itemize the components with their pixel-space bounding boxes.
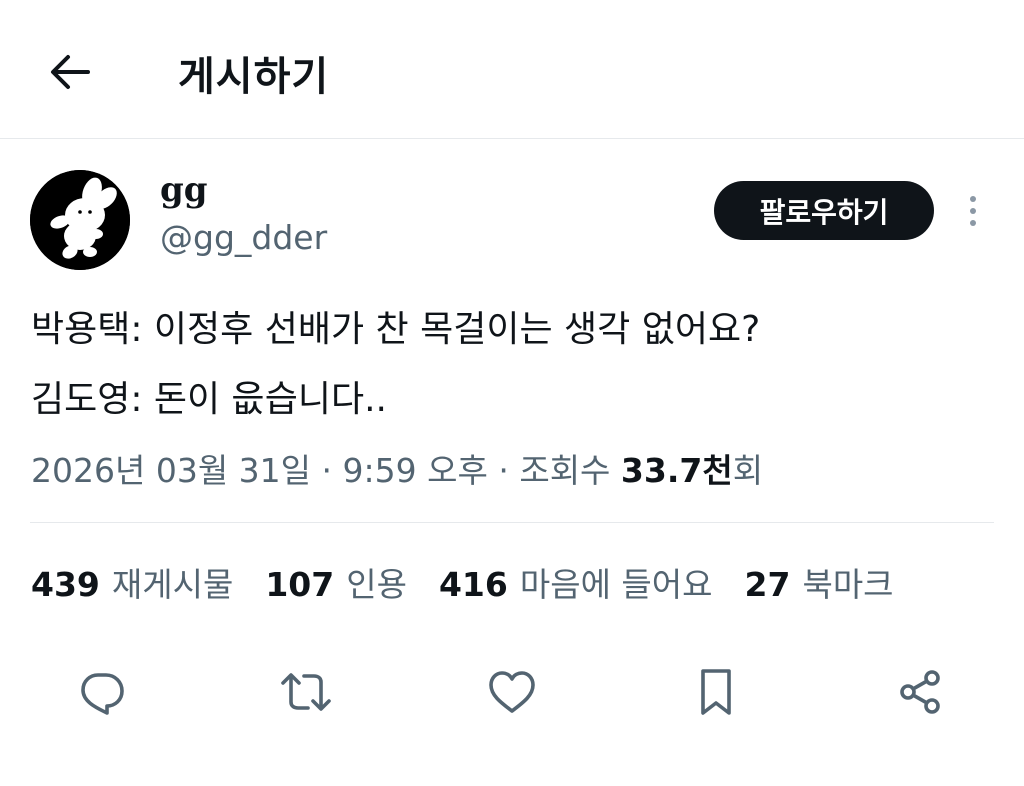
engagement-stats: 439 재게시물 107 인용 416 마음에 들어요 27 북마크 xyxy=(31,558,926,606)
tweet-meta: 2026년 03월 31일 · 9:59 오후 · 조회수 33.7천회 xyxy=(31,444,763,492)
post-date[interactable]: 2026년 03월 31일 xyxy=(31,451,311,490)
stat-quotes[interactable]: 107 인용 xyxy=(265,558,407,606)
top-bar: 게시하기 xyxy=(0,0,1024,139)
avatar[interactable] xyxy=(30,170,130,270)
repost-button[interactable] xyxy=(278,664,334,720)
stat-count: 27 xyxy=(744,565,791,604)
bookmark-icon xyxy=(701,669,731,715)
views-label: 조회수 xyxy=(519,451,621,490)
share-icon xyxy=(900,670,940,714)
more-dot xyxy=(970,196,976,202)
more-dot xyxy=(970,208,976,214)
stat-count: 416 xyxy=(438,565,508,604)
share-button[interactable] xyxy=(892,664,948,720)
stat-count: 439 xyxy=(31,565,100,604)
more-dot xyxy=(970,220,976,226)
back-button[interactable] xyxy=(42,46,98,98)
repost-icon xyxy=(281,673,331,711)
reply-icon xyxy=(81,673,124,715)
views-suffix: 회 xyxy=(732,451,764,490)
views-count: 33.7천 xyxy=(620,451,733,490)
stat-bookmarks[interactable]: 27 북마크 xyxy=(745,558,894,606)
stat-count: 107 xyxy=(265,565,335,604)
stat-label: 재게시물 xyxy=(111,565,234,604)
meta-separator: · xyxy=(311,451,343,490)
stat-label: 마음에 들어요 xyxy=(519,565,713,604)
follow-button[interactable]: 팔로우하기 xyxy=(714,181,934,240)
arrow-left-icon xyxy=(51,55,90,89)
reply-button[interactable] xyxy=(74,664,130,720)
more-options-button[interactable] xyxy=(956,186,990,236)
post-time[interactable]: 9:59 오후 xyxy=(343,451,488,490)
like-button[interactable] xyxy=(484,664,540,720)
page-title: 게시하기 xyxy=(178,54,330,100)
bunny-avatar-icon xyxy=(30,170,130,270)
stat-label: 인용 xyxy=(346,565,407,604)
divider xyxy=(30,522,994,523)
action-bar xyxy=(0,664,1024,724)
tweet-text-line: 김도영: 돈이 읎습니다.. xyxy=(31,379,387,420)
like-icon xyxy=(489,671,535,713)
meta-separator: · xyxy=(487,451,520,490)
bookmark-button[interactable] xyxy=(688,664,744,720)
stat-label: 북마크 xyxy=(802,565,894,604)
tweet-text-line: 박용택: 이정후 선배가 찬 목걸이는 생각 없어요? xyxy=(31,309,761,350)
user-handle[interactable]: @gg_dder xyxy=(160,218,327,257)
stat-reposts[interactable]: 439 재게시물 xyxy=(31,558,233,606)
display-name[interactable]: gg xyxy=(160,170,208,210)
stat-likes[interactable]: 416 마음에 들어요 xyxy=(439,558,713,606)
